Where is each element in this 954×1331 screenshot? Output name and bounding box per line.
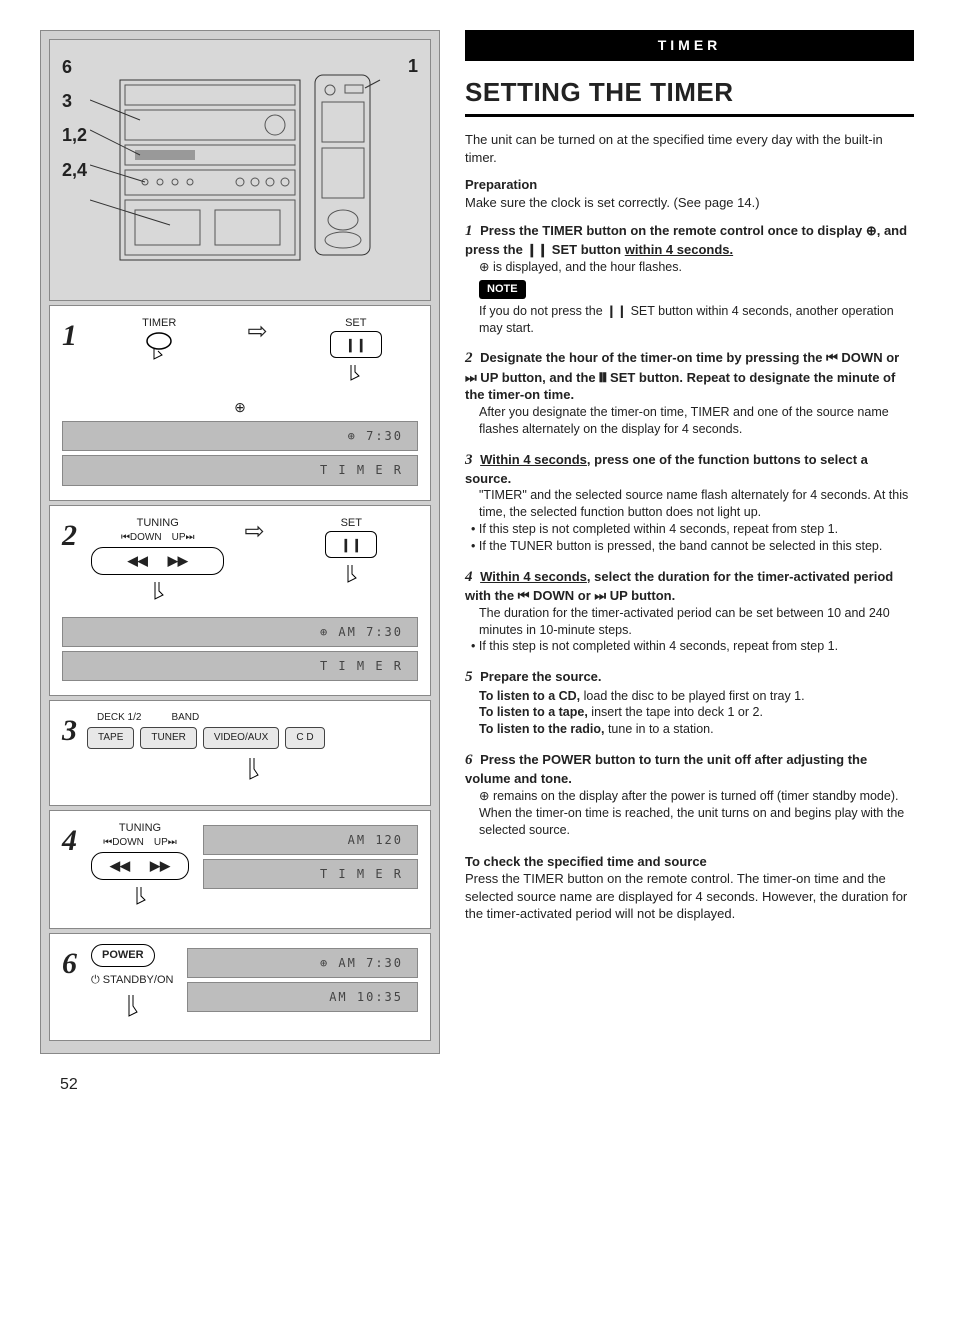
display: AM 120	[203, 825, 418, 855]
arrow-right-icon: ⇨	[244, 516, 264, 548]
display: AM 10:35	[187, 982, 418, 1012]
left-column: 6 3 1,2 2,4 1	[40, 30, 440, 1095]
display: ⊕ AM 7:30	[187, 948, 418, 978]
callout: 1	[408, 54, 418, 78]
diagram-callouts: 6 3 1,2 2,4	[62, 50, 87, 187]
up-label: UP⏭	[154, 836, 177, 850]
panel-step-2: 2 TUNING ⏮DOWN UP⏭ ◀◀ ▶▶ ⇨	[49, 505, 431, 696]
hand-icon	[341, 360, 371, 390]
pause-set-button: ❙❙	[325, 531, 377, 559]
down-label: ⏮DOWN	[103, 836, 144, 850]
step-num: 6	[62, 944, 77, 985]
up-label: UP⏭	[172, 531, 195, 545]
display: T I M E R	[203, 859, 418, 889]
tuning-buttons: ◀◀ ▶▶	[91, 852, 189, 880]
right-column: TIMER SETTING THE TIMER The unit can be …	[465, 30, 914, 1095]
hand-icon	[143, 579, 173, 609]
step-num: 4	[62, 821, 77, 862]
tuner-button: TUNER	[140, 727, 196, 749]
callout: 6	[62, 50, 87, 84]
instruction-step: 6 Press the POWER button to turn the uni…	[465, 750, 914, 838]
tape-button: TAPE	[87, 727, 134, 749]
timer-label: TIMER	[97, 316, 221, 331]
panel-step-6: 6 POWER ⏻ STANDBY/ON ⊕ AM 7:30 AM 10:35	[49, 933, 431, 1041]
pause-set-button: ❙❙	[330, 331, 382, 359]
instruction-step: 2 Designate the hour of the timer-on tim…	[465, 348, 914, 437]
prep-text: Make sure the clock is set correctly. (S…	[465, 194, 914, 212]
hand-icon	[117, 992, 147, 1026]
power-button: POWER	[91, 944, 155, 967]
timer-button-icon	[144, 331, 174, 361]
hand-icon	[336, 562, 366, 592]
stereo-svg	[90, 70, 390, 270]
panel-step-4: 4 TUNING ⏮DOWN UP⏭ ◀◀ ▶▶	[49, 810, 431, 929]
set-label: SET	[285, 516, 418, 531]
panel-step-3: 3 DECK 1/2 BAND TAPE TUNER VIDEO/AUX C D	[49, 700, 431, 806]
tuning-label: TUNING	[91, 821, 189, 836]
step-num: 2	[62, 516, 77, 557]
page-number: 52	[60, 1074, 440, 1096]
note-badge: NOTE	[479, 280, 526, 299]
callout: 2,4	[62, 153, 87, 187]
illustration-panel: 6 3 1,2 2,4 1	[40, 30, 440, 1054]
hand-icon	[125, 884, 155, 914]
band-label: BAND	[171, 711, 199, 725]
instruction-step: 5 Prepare the source. To listen to a CD,…	[465, 667, 914, 738]
check-text: Press the TIMER button on the remote con…	[465, 870, 914, 923]
tuning-buttons: ◀◀ ▶▶	[91, 547, 224, 575]
arrow-right-icon: ⇨	[247, 316, 267, 348]
deck-label: DECK 1/2	[97, 711, 141, 725]
tuning-label: TUNING	[91, 516, 224, 531]
step-num: 3	[62, 711, 77, 752]
display: ⊕ 7:30	[62, 421, 418, 451]
prep-heading: Preparation	[465, 176, 914, 194]
down-label: ⏮DOWN	[121, 531, 162, 545]
standby-label: ⏻ STANDBY/ON	[91, 973, 173, 988]
step-num: 1	[62, 316, 77, 357]
instruction-step: 1 Press the TIMER button on the remote c…	[465, 221, 914, 336]
set-label: SET	[294, 316, 418, 331]
hand-icon	[238, 755, 268, 789]
intro-text: The unit can be turned on at the specifi…	[465, 131, 914, 166]
instruction-list: 1 Press the TIMER button on the remote c…	[465, 221, 914, 838]
instruction-step: 3 Within 4 seconds, press one of the fun…	[465, 450, 914, 555]
display: ⊕ AM 7:30	[62, 617, 418, 647]
check-heading: To check the specified time and source	[465, 853, 914, 871]
callout: 1,2	[62, 118, 87, 152]
section-header: TIMER	[465, 30, 914, 61]
video-aux-button: VIDEO/AUX	[203, 727, 279, 749]
stereo-diagram: 6 3 1,2 2,4 1	[49, 39, 431, 301]
page-title: SETTING THE TIMER	[465, 75, 914, 117]
cd-button: C D	[285, 727, 324, 749]
display: T I M E R	[62, 455, 418, 485]
callout: 3	[62, 84, 87, 118]
display: T I M E R	[62, 651, 418, 681]
panel-step-1: 1 TIMER ⇨ SET ❙❙ ⊕ ⊕ 7:30 T I M E R	[49, 305, 431, 501]
instruction-step: 4 Within 4 seconds, select the duration …	[465, 567, 914, 655]
